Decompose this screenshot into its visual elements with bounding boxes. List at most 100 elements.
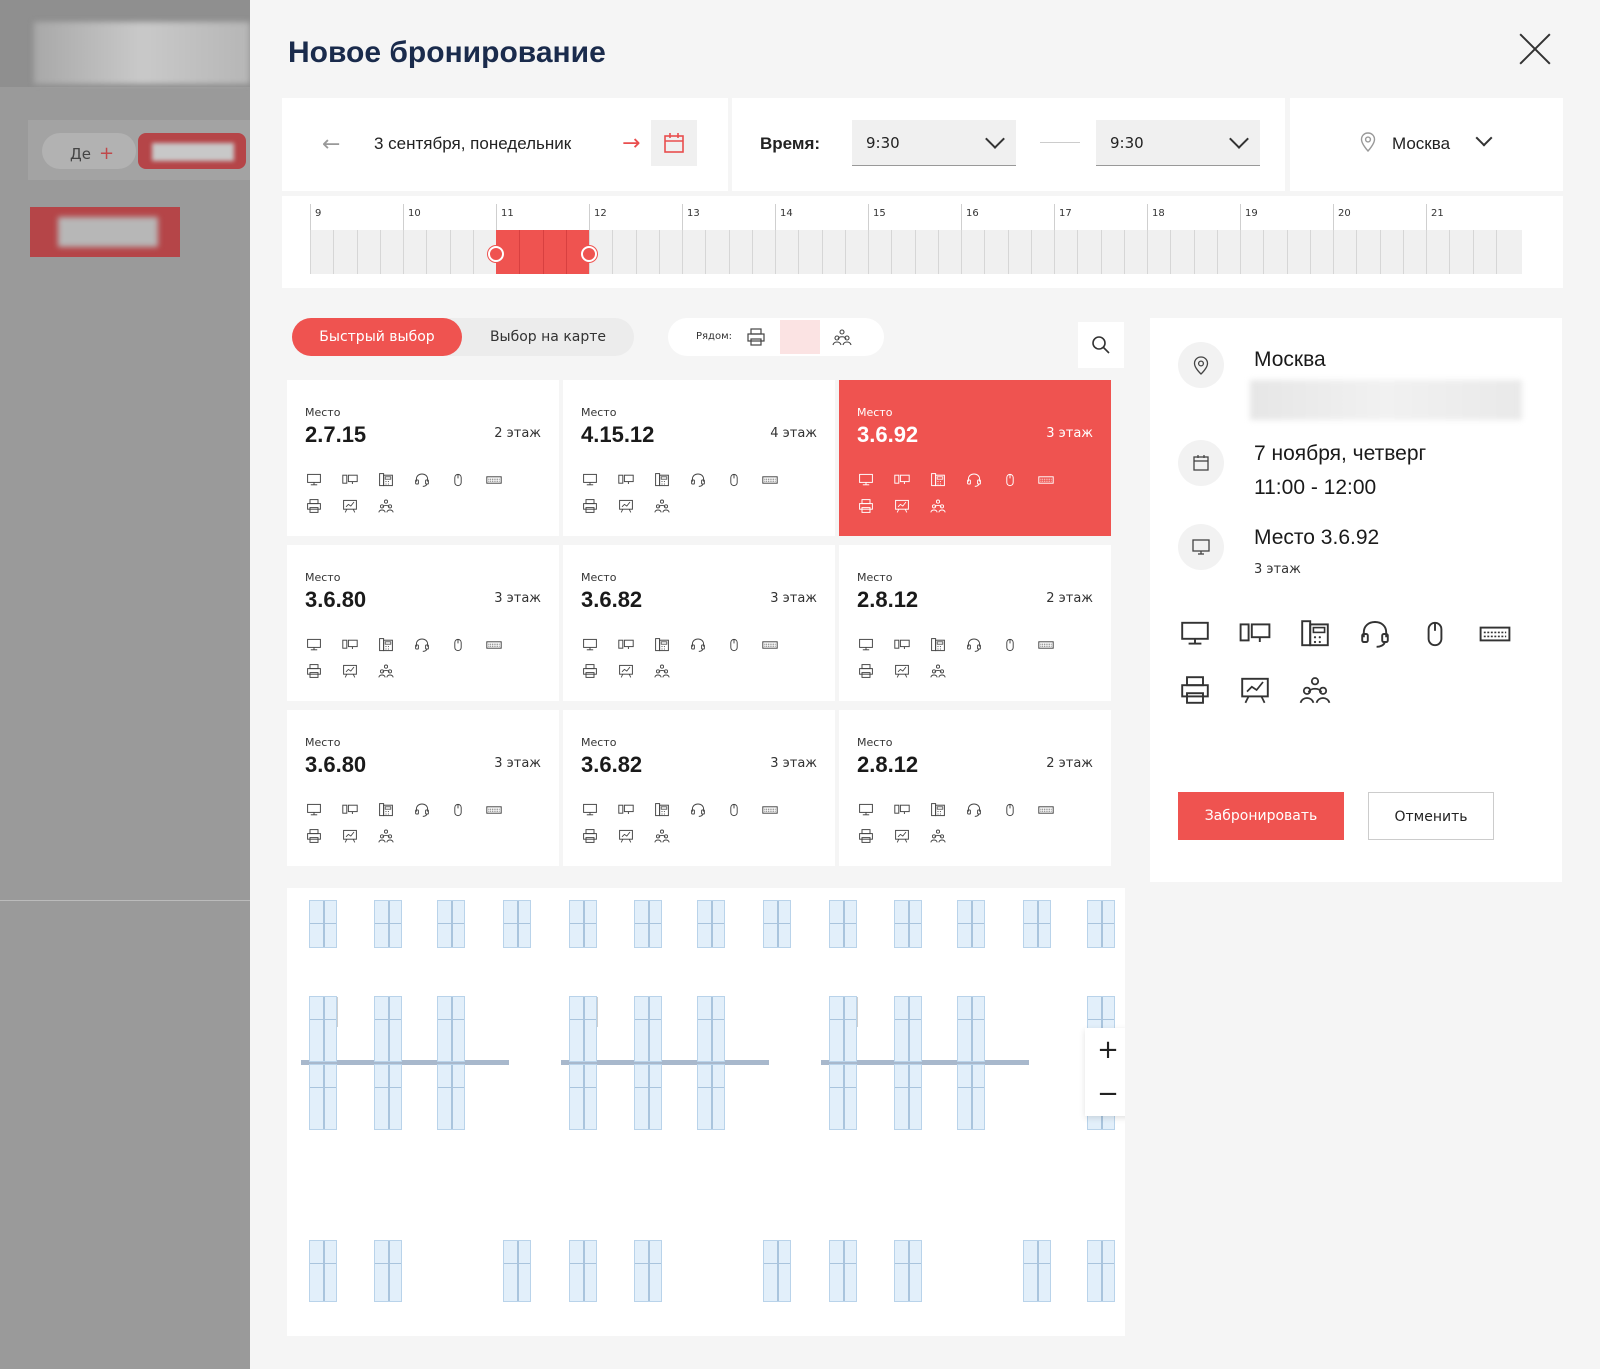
map-desk[interactable] [1087,1240,1115,1302]
quick-select-tab[interactable]: Быстрый выбор [292,318,462,356]
map-desk[interactable] [374,900,402,948]
map-desk[interactable] [697,900,725,948]
map-desk[interactable] [569,1240,597,1302]
map-desk[interactable] [634,900,662,948]
map-desk[interactable] [894,900,922,948]
summary-equipment [1178,618,1538,728]
map-desk[interactable] [309,1240,337,1302]
zoom-in-button[interactable]: + [1085,1028,1125,1072]
map-desk[interactable] [309,900,337,948]
timeline-end-handle[interactable] [581,246,597,262]
zoom-out-button[interactable]: − [1085,1072,1125,1116]
printer-icon[interactable] [746,327,766,347]
next-day-arrow-icon[interactable]: → [622,131,640,156]
place-floor: 2 этаж [494,426,541,441]
search-button[interactable] [1078,322,1124,368]
map-desk[interactable] [1087,900,1115,948]
monitor-icon [857,802,875,818]
map-desk[interactable] [309,1064,337,1130]
map-select-tab[interactable]: Выбор на карте [462,318,634,356]
map-desk[interactable] [309,996,337,1062]
place-floor: 3 этаж [770,756,817,771]
place-card[interactable]: Место 3.6.92 3 этаж [839,380,1111,536]
map-desk[interactable] [829,1240,857,1302]
map-desk[interactable] [697,996,725,1062]
headset-icon [965,637,983,653]
calendar-button[interactable] [651,120,697,166]
chevron-down-icon [1475,129,1493,147]
map-desk[interactable] [894,1240,922,1302]
map-desk[interactable] [957,996,985,1062]
team-icon [1298,674,1332,706]
place-number: 2.8.12 [857,752,919,777]
map-desk[interactable] [763,1240,791,1302]
timeline-hour-label: 17 [1059,208,1072,219]
presentation-icon [893,663,911,679]
map-desk[interactable] [894,996,922,1062]
cancel-button[interactable]: Отменить [1368,792,1494,840]
computer-icon [341,472,359,488]
calendar-icon [664,133,684,153]
map-desk[interactable] [374,1064,402,1130]
map-desk[interactable] [634,996,662,1062]
map-desk[interactable] [829,996,857,1062]
map-desk[interactable] [829,1064,857,1130]
calendar-icon [1193,455,1209,471]
team-icon[interactable] [832,327,852,347]
timeline-minor-tick [449,230,451,274]
book-button[interactable]: Забронировать [1178,792,1344,840]
map-desk[interactable] [1023,1240,1051,1302]
place-card[interactable]: Место 2.7.15 2 этаж [287,380,559,536]
place-card[interactable]: Место 3.6.80 3 этаж [287,545,559,701]
map-desk[interactable] [763,900,791,948]
map-desk[interactable] [569,996,597,1062]
map-desk[interactable] [374,1240,402,1302]
prev-day-arrow-icon[interactable]: ← [322,132,340,157]
place-card[interactable]: Место 2.8.12 2 этаж [839,710,1111,866]
place-card[interactable]: Место 3.6.82 3 этаж [563,710,835,866]
map-desk[interactable] [957,900,985,948]
timeline-hour-label: 9 [315,208,322,219]
timeline-minor-tick [1449,230,1451,274]
place-card[interactable]: Место 2.8.12 2 этаж [839,545,1111,701]
city-select[interactable]: Москва [1290,98,1563,191]
nearby-filter: Рядом: [668,318,884,356]
place-card[interactable]: Место 3.6.82 3 этаж [563,545,835,701]
map-desk[interactable] [634,1240,662,1302]
map-desk[interactable] [1023,900,1051,948]
map-desk[interactable] [437,900,465,948]
map-desk[interactable] [374,996,402,1062]
map-desk[interactable] [437,996,465,1062]
map-desk[interactable] [894,1064,922,1130]
map-desk[interactable] [437,1064,465,1130]
map-desk[interactable] [569,1064,597,1130]
map-desk[interactable] [503,900,531,948]
map-desk[interactable] [634,1064,662,1130]
timeline-minor-tick [1286,230,1288,274]
map-desk[interactable] [957,1064,985,1130]
presentation-icon [893,498,911,514]
timeline-start-handle[interactable] [488,246,504,262]
place-card[interactable]: Место 4.15.12 4 этаж [563,380,835,536]
place-card[interactable]: Место 3.6.80 3 этаж [287,710,559,866]
computer-icon [617,802,635,818]
map-desk[interactable] [829,900,857,948]
timeline-minor-tick [356,230,358,274]
printer-icon [305,828,323,844]
time-to-select[interactable]: 9:30 [1096,120,1260,166]
floor-map[interactable]: + − [287,888,1125,1336]
city-value: Москва [1392,134,1451,153]
close-icon[interactable] [1518,32,1552,66]
timeline-minor-tick [1402,230,1404,274]
map-desk[interactable] [503,1240,531,1302]
map-desk[interactable] [697,1064,725,1130]
map-desk[interactable] [569,900,597,948]
summary-location-badge [1178,342,1224,388]
timeline-selected-tick [565,230,567,274]
phone-icon [377,637,395,653]
time-slider[interactable]: 9 10 11 12 13 14 15 16 17 18 19 20 21 [282,196,1563,288]
summary-time: 11:00 - 12:00 [1254,476,1377,499]
nearby-filter-slot[interactable] [780,320,820,354]
phone-icon [653,472,671,488]
time-from-select[interactable]: 9:30 [852,120,1016,166]
